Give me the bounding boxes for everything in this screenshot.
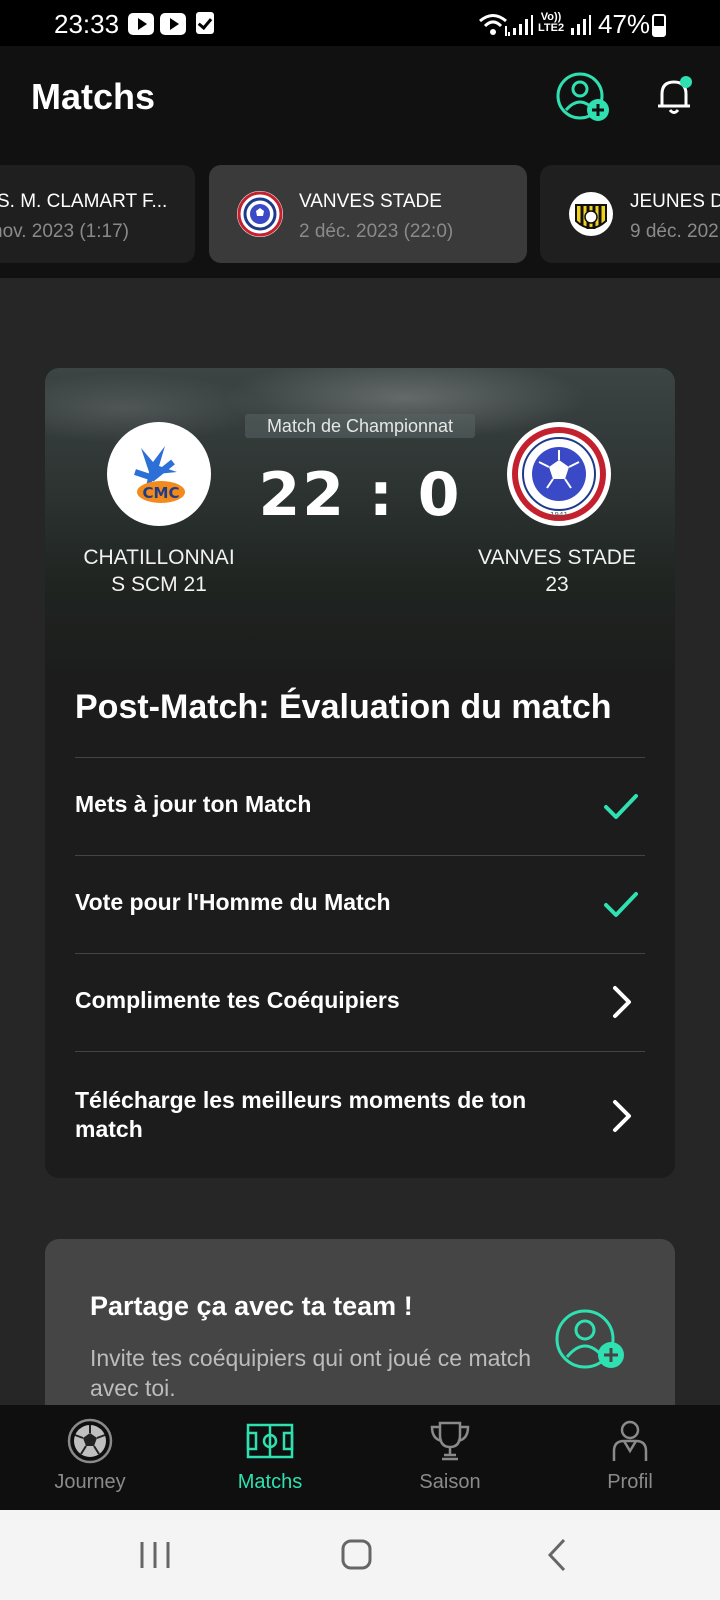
add-user-icon [556, 72, 609, 121]
nav-saison[interactable]: Saison [360, 1405, 540, 1510]
task-compliment-teammates[interactable]: Complimente tes Coéquipiers [75, 953, 645, 1051]
back-button[interactable] [528, 1532, 588, 1578]
share-text: Invite tes coéquipiers qui ont joué ce m… [90, 1345, 532, 1401]
away-team-name: VANVES STADE 23 [465, 544, 649, 598]
player-icon [612, 1420, 648, 1461]
add-user-button[interactable] [554, 72, 614, 126]
match-chip-clamart[interactable]: S. M. CLAMART F... nov. 2023 (1:17) [0, 165, 195, 263]
home-team-logo: CMC [107, 422, 211, 526]
notifications-button[interactable] [652, 74, 696, 118]
match-chip-team: VANVES STADE [299, 191, 442, 212]
chevron-right-icon [613, 986, 631, 1018]
signal-icon [571, 15, 591, 35]
match-chip-date: nov. 2023 (1:17) [0, 221, 129, 242]
nav-label: Matchs [237, 1471, 303, 1493]
recent-apps-button[interactable] [125, 1532, 185, 1578]
nav-journey[interactable]: Journey [0, 1405, 180, 1510]
postmatch-title: Post-Match: Évaluation du match [75, 688, 612, 726]
status-time: 23:33 [54, 9, 120, 39]
away-team-name-line: VANVES STADE [478, 546, 636, 569]
page-title: Matchs [31, 76, 156, 117]
match-chip-vanves[interactable]: VANVES STADE 2 déc. 2023 (22:0) [209, 165, 527, 263]
system-nav-bar [0, 1510, 720, 1600]
task-label: Vote pour l'Homme du Match [75, 889, 391, 915]
battery-icon [652, 14, 666, 37]
score: 22 : 0 [258, 460, 462, 530]
volte-label: Vo)) LTE2 [538, 11, 565, 34]
trophy-icon [430, 1421, 470, 1461]
task-download-highlights[interactable]: Télécharge les meilleurs moments de ton … [75, 1051, 645, 1178]
match-type-badge: Match de Championnat [245, 414, 475, 438]
nav-matchs[interactable]: Matchs [180, 1405, 360, 1510]
match-chip-team: JEUNES D [630, 191, 720, 212]
match-chip-date: 2 déc. 2023 (22:0) [299, 221, 454, 242]
home-logo-text: CMC [143, 484, 180, 502]
task-label: Mets à jour ton Match [75, 791, 312, 817]
match-chip-date: 9 déc. 202 [630, 221, 719, 242]
jeunes-logo [569, 192, 613, 236]
wifi-icon [479, 14, 510, 36]
check-icon [604, 794, 638, 819]
pitch-icon [246, 1423, 294, 1459]
nav-label: Journey [54, 1471, 126, 1493]
header: Matchs S. M. CLAMART F... nov. 2023 (1:1… [0, 46, 720, 278]
task-update-match[interactable]: Mets à jour ton Match [75, 757, 645, 855]
away-team-logo: 1941 [507, 422, 611, 526]
home-team-name-line: CHATILLONNAI [83, 546, 235, 569]
share-title: Partage ça avec ta team ! [90, 1291, 413, 1321]
nav-label: Saison [419, 1471, 481, 1493]
vanves-logo [237, 191, 283, 237]
nav-label: Profil [607, 1471, 653, 1493]
away-logo-year: 1941 [550, 511, 568, 519]
status-bar: 23:33 Vo)) LTE2 47% [0, 0, 720, 46]
task-label: Complimente tes Coéquipiers [75, 987, 400, 1013]
youtube-icon [128, 13, 154, 35]
home-team-name: CHATILLONNAI S SCM 21 [67, 544, 251, 598]
home-team-name-line: S SCM 21 [111, 573, 207, 596]
home-button[interactable] [326, 1532, 386, 1578]
check-icon [604, 892, 638, 917]
match-card: Match de Championnat CMC 22 : 0 1941 CHA… [45, 368, 675, 1178]
task-vote-man-of-match[interactable]: Vote pour l'Homme du Match [75, 855, 645, 953]
task-label: Télécharge les meilleurs moments de ton … [75, 1087, 527, 1142]
battery-level: 47% [598, 9, 651, 39]
checkbox-icon [196, 12, 214, 34]
away-team-name-line: 23 [545, 573, 569, 596]
soccer-ball-icon [67, 1418, 113, 1464]
bottom-nav: Journey Matchs Saison Profil [0, 1405, 720, 1510]
signal-icon [513, 15, 533, 35]
youtube-icon [160, 13, 186, 35]
add-user-icon[interactable] [555, 1309, 629, 1373]
chevron-right-icon [613, 1100, 631, 1132]
bell-icon [658, 76, 692, 114]
match-chip-jeunes[interactable]: JEUNES D 9 déc. 202 [540, 165, 720, 263]
nav-profil[interactable]: Profil [540, 1405, 720, 1510]
match-chip-team: S. M. CLAMART F... [0, 191, 168, 212]
